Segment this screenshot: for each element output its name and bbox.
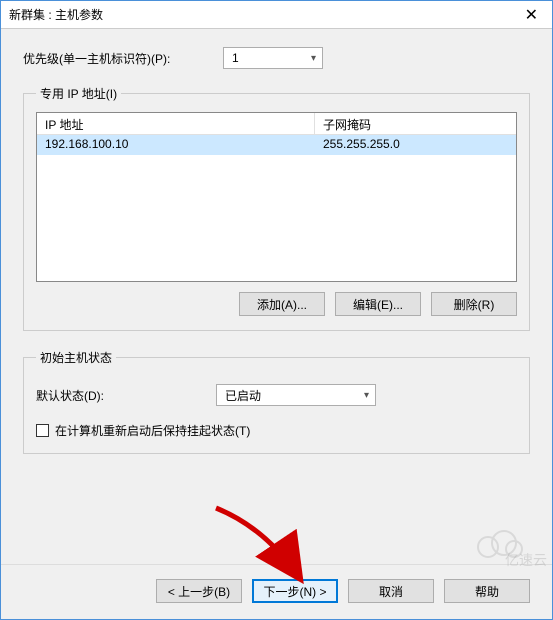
initial-state-legend: 初始主机状态 <box>36 349 116 366</box>
default-state-label: 默认状态(D): <box>36 387 216 404</box>
cancel-button[interactable]: 取消 <box>348 579 434 603</box>
ip-table[interactable]: IP 地址 子网掩码 192.168.100.10 255.255.255.0 <box>36 112 517 282</box>
chevron-down-icon: ▾ <box>364 390 369 401</box>
close-icon[interactable]: ✕ <box>519 5 544 25</box>
col-ip-header[interactable]: IP 地址 <box>37 113 315 135</box>
back-button[interactable]: < 上一步(B) <box>156 579 242 603</box>
default-state-row: 默认状态(D): 已启动 ▾ <box>36 384 517 406</box>
col-mask-header[interactable]: 子网掩码 <box>315 113 516 135</box>
priority-label: 优先级(单一主机标识符)(P): <box>23 50 223 67</box>
chevron-down-icon: ▾ <box>311 53 316 64</box>
window-title: 新群集 : 主机参数 <box>9 6 519 23</box>
default-state-select[interactable]: 已启动 ▾ <box>216 384 376 406</box>
edit-button[interactable]: 编辑(E)... <box>335 292 421 316</box>
suspend-checkbox[interactable] <box>36 424 49 437</box>
ip-table-header: IP 地址 子网掩码 <box>37 113 516 135</box>
ip-button-row: 添加(A)... 编辑(E)... 删除(R) <box>36 292 517 316</box>
next-button[interactable]: 下一步(N) > <box>252 579 338 603</box>
help-button[interactable]: 帮助 <box>444 579 530 603</box>
content-area: 优先级(单一主机标识符)(P): 1 ▾ 专用 IP 地址(I) IP 地址 子… <box>1 29 552 564</box>
table-row[interactable]: 192.168.100.10 255.255.255.0 <box>37 135 516 155</box>
cell-mask: 255.255.255.0 <box>315 135 516 155</box>
footer-buttons: < 上一步(B) 下一步(N) > 取消 帮助 <box>1 564 552 619</box>
titlebar: 新群集 : 主机参数 ✕ <box>1 1 552 29</box>
ip-group-legend: 专用 IP 地址(I) <box>36 85 121 102</box>
suspend-checkbox-row: 在计算机重新启动后保持挂起状态(T) <box>36 422 517 439</box>
dialog-window: 新群集 : 主机参数 ✕ 优先级(单一主机标识符)(P): 1 ▾ 专用 IP … <box>0 0 553 620</box>
suspend-checkbox-label: 在计算机重新启动后保持挂起状态(T) <box>55 422 250 439</box>
default-state-value: 已启动 <box>225 387 261 404</box>
priority-value: 1 <box>232 51 239 65</box>
priority-row: 优先级(单一主机标识符)(P): 1 ▾ <box>23 47 530 69</box>
remove-button[interactable]: 删除(R) <box>431 292 517 316</box>
priority-select[interactable]: 1 ▾ <box>223 47 323 69</box>
ip-address-group: 专用 IP 地址(I) IP 地址 子网掩码 192.168.100.10 25… <box>23 85 530 331</box>
add-button[interactable]: 添加(A)... <box>239 292 325 316</box>
initial-state-group: 初始主机状态 默认状态(D): 已启动 ▾ 在计算机重新启动后保持挂起状态(T) <box>23 349 530 454</box>
cell-ip: 192.168.100.10 <box>37 135 315 155</box>
